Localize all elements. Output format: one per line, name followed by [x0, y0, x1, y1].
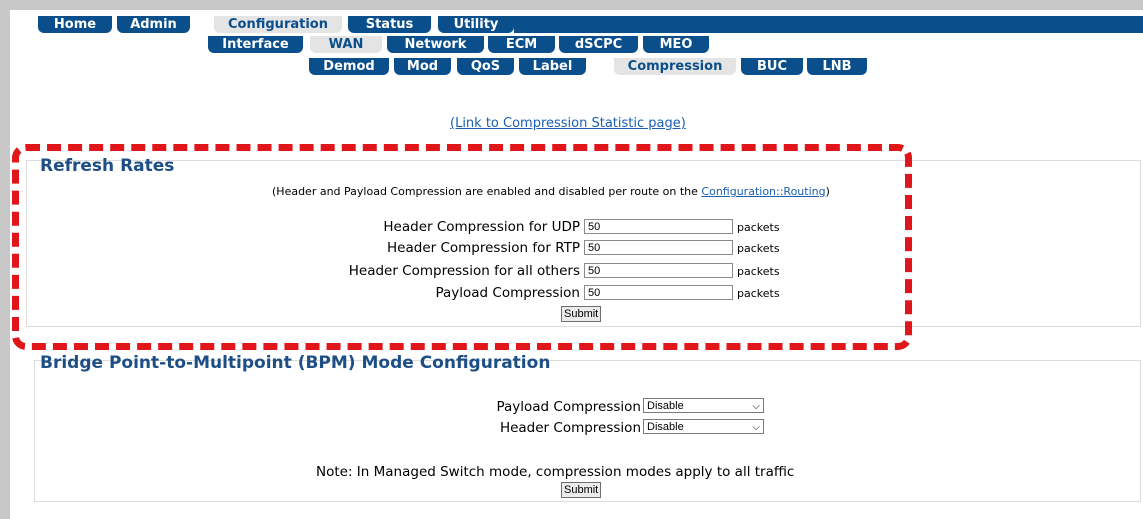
bpm-header-value: Disable [647, 421, 684, 433]
bpm-title: Bridge Point-to-Multipoint (BPM) Mode Co… [40, 353, 551, 373]
tab-compression[interactable]: Compression [614, 58, 736, 75]
page-frame: Home Admin Configuration Status Utility … [10, 10, 1143, 519]
chevron-down-icon: ⌵ [752, 401, 760, 412]
bpm-payload-label: Payload Compression [496, 399, 641, 415]
tab-network[interactable]: Network [387, 36, 484, 53]
chevron-down-icon: ⌵ [752, 422, 760, 433]
highlight-box [12, 144, 912, 350]
tab-mod[interactable]: Mod [394, 58, 451, 75]
bpm-header-select[interactable]: Disable ⌵ [643, 419, 764, 434]
bpm-payload-value: Disable [647, 400, 684, 412]
bpm-header-label: Header Compression [499, 420, 641, 436]
bpm-note: Note: In Managed Switch mode, compressio… [316, 464, 795, 480]
tab-status[interactable]: Status [348, 16, 431, 33]
tab-ecm[interactable]: ECM [488, 36, 555, 53]
tab-utility[interactable]: Utility [438, 16, 514, 33]
tab-qos[interactable]: QoS [457, 58, 514, 75]
tab-home[interactable]: Home [38, 16, 112, 33]
tab-meo[interactable]: MEO [643, 36, 709, 53]
tab-interface[interactable]: Interface [208, 36, 303, 53]
tab-lnb[interactable]: LNB [807, 58, 867, 75]
tab-admin[interactable]: Admin [117, 16, 190, 33]
tab-configuration[interactable]: Configuration [214, 16, 342, 33]
tab-buc[interactable]: BUC [741, 58, 803, 75]
tab-demod[interactable]: Demod [309, 58, 389, 75]
tab-wan[interactable]: WAN [310, 36, 382, 53]
compression-statistic-link[interactable]: (Link to Compression Statistic page) [450, 116, 686, 131]
nav-bar-row1 [514, 16, 1143, 33]
bpm-payload-select[interactable]: Disable ⌵ [643, 398, 764, 413]
bpm-submit-button[interactable]: Submit [561, 482, 602, 498]
tab-label[interactable]: Label [519, 58, 586, 75]
tab-dscpc[interactable]: dSCPC [559, 36, 638, 53]
